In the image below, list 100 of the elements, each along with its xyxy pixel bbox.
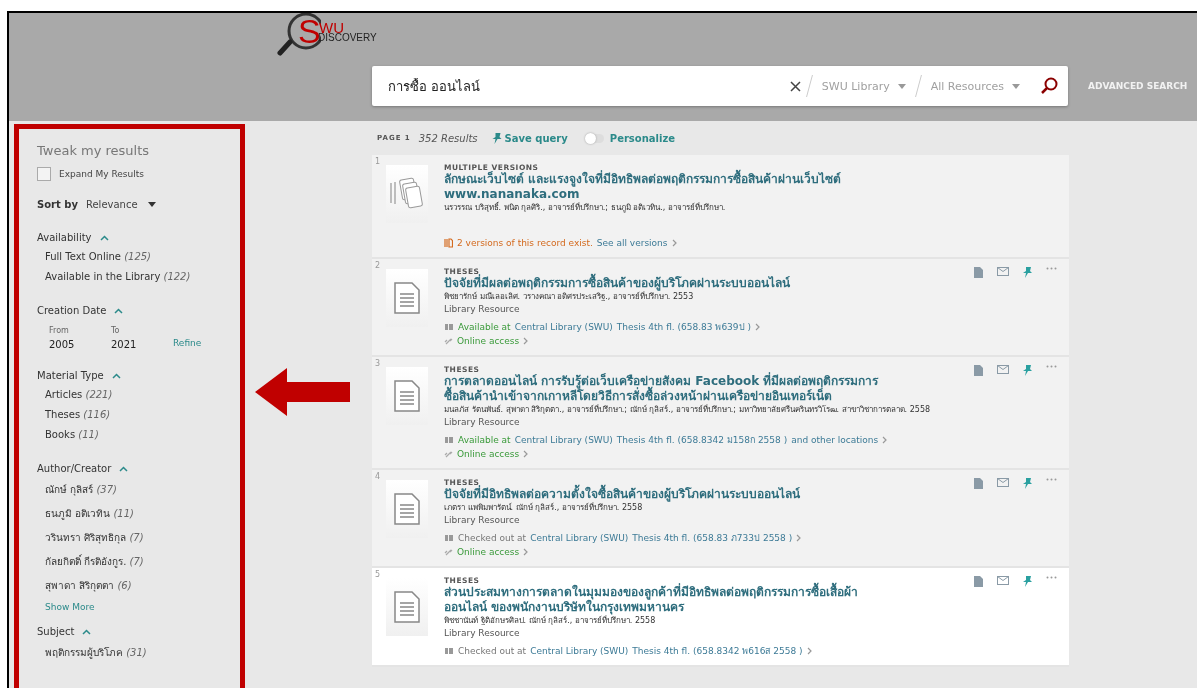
resource-type: Library Resource xyxy=(444,416,521,429)
clear-icon[interactable] xyxy=(789,80,801,92)
to-label: To xyxy=(111,326,121,335)
resource-type: Library Resource xyxy=(444,514,521,527)
chevron-up-icon xyxy=(114,307,124,314)
personalize-toggle[interactable]: Personalize xyxy=(585,132,676,144)
facet-item[interactable]: วรินทรา ศิริสุทธิกุล (7) xyxy=(45,530,240,545)
result-card[interactable] xyxy=(372,155,1069,259)
pin-icon[interactable] xyxy=(1023,267,1032,278)
caret-down-icon xyxy=(1012,83,1020,89)
link-icon xyxy=(444,336,453,346)
pin-icon[interactable] xyxy=(1023,365,1032,376)
save-query-button[interactable]: Save query xyxy=(491,132,568,144)
facet-header[interactable]: Material Type xyxy=(37,370,240,381)
pin-icon[interactable] xyxy=(1023,576,1032,587)
library-location[interactable]: Central Library (SWU) xyxy=(514,320,613,334)
show-more-link[interactable]: Show More xyxy=(45,602,240,612)
online-access-link[interactable]: Online access xyxy=(457,447,520,461)
facet-header[interactable]: Subject xyxy=(37,626,240,637)
library-location[interactable]: Central Library (SWU) xyxy=(514,433,613,447)
expand-results-checkbox[interactable]: Expand My Results xyxy=(37,167,240,181)
to-year[interactable]: 2021 xyxy=(111,339,173,350)
online-access-link[interactable]: Online access xyxy=(457,334,520,348)
chevron-right-icon xyxy=(523,548,529,556)
book-icon xyxy=(444,534,454,542)
from-label: From xyxy=(49,326,70,335)
facet-item[interactable]: Theses (116) xyxy=(45,409,240,420)
more-options-icon[interactable] xyxy=(1046,478,1057,481)
document-icon xyxy=(394,591,420,623)
record-authors: พิชยารักษ์ มณีเลอเลิศ. วรางคณา อดิศรประเสริฐ., อาจารย์ที่ปรึกษา. 2553 xyxy=(444,291,695,303)
facet-item[interactable]: ณักษ์ กุลิสร์ (37) xyxy=(45,482,240,497)
library-location[interactable]: Central Library (SWU) xyxy=(530,644,629,658)
library-location[interactable]: Central Library (SWU) xyxy=(530,531,629,545)
facet-item[interactable]: ธนภูมิ อติเวทิน (11) xyxy=(45,506,240,521)
email-icon[interactable] xyxy=(997,267,1009,276)
refine-link[interactable]: Refine xyxy=(173,338,240,348)
document-icon xyxy=(394,380,420,412)
record-authors: มนลภัส รัตนพันธ์. สุพาดา สิริกุตตา., อาจารย์ที่ปรึกษา.; ณักษ์ กุลิสร์., อาจารย์ที่ปรึกษา.; มหาวิทยาลัยศรีนครินทรวิโรฒ. สาขาวิชาการตลาด. 2558 xyxy=(444,404,932,416)
caret-down-icon xyxy=(147,202,156,207)
shelf-location[interactable]: Thesis 4th fl. (658.83 พ639ป ) xyxy=(616,320,751,334)
arrow-left-icon xyxy=(255,368,350,416)
link-icon xyxy=(444,449,453,459)
result-number: 3 xyxy=(375,359,381,368)
sort-dropdown[interactable]: Relevance xyxy=(85,199,156,210)
email-icon[interactable] xyxy=(997,478,1009,487)
sort-label: Sort by xyxy=(37,199,78,210)
resource-dropdown[interactable]: All Resources xyxy=(926,79,1024,93)
facet-item[interactable]: สุพาดา สิริกุตตา (6) xyxy=(45,578,240,593)
caret-down-icon xyxy=(897,83,906,89)
availability-status: Available at xyxy=(458,321,511,334)
facet-item[interactable]: กัลยกิตติ์ กีรติอังกูร. (7) xyxy=(45,554,240,569)
facet-header[interactable]: Availability xyxy=(37,232,240,243)
more-options-icon[interactable] xyxy=(1046,576,1057,579)
result-card[interactable] xyxy=(372,259,1069,357)
result-card[interactable] xyxy=(372,470,1069,568)
email-icon[interactable] xyxy=(997,365,1009,374)
other-locations-link[interactable]: and other locations xyxy=(791,433,879,447)
document-icon xyxy=(394,282,420,314)
pin-icon xyxy=(491,132,502,144)
facet-item[interactable]: Full Text Online (125) xyxy=(45,251,240,262)
shelf-location[interactable]: Thesis 4th fl. (658.8342 ม158ก 2558 ) xyxy=(616,433,788,447)
book-icon xyxy=(444,647,454,655)
search-icon[interactable] xyxy=(1040,77,1058,95)
panel-title: Tweak my results xyxy=(37,143,151,158)
book-icon xyxy=(444,323,454,331)
document-icon xyxy=(394,493,420,525)
facet-item[interactable]: Books (11) xyxy=(45,429,240,440)
link-icon xyxy=(444,547,453,557)
chevron-up-icon xyxy=(82,628,92,635)
scope-dropdown[interactable]: SWU Library xyxy=(817,79,910,93)
pin-icon[interactable] xyxy=(1023,478,1032,489)
result-count: 352 Results xyxy=(418,132,478,144)
more-options-icon[interactable] xyxy=(1046,267,1057,270)
search-field[interactable]: การซื้อ ออนไลน์ SWU Library All Resources xyxy=(372,66,1068,106)
stacked-pages-icon xyxy=(389,177,425,211)
chevron-right-icon xyxy=(806,647,812,655)
facet-header[interactable]: Creation Date xyxy=(37,305,240,316)
result-card[interactable] xyxy=(372,357,1069,470)
book-icon xyxy=(444,436,454,444)
resource-type: Library Resource xyxy=(444,303,521,316)
result-card[interactable] xyxy=(372,568,1069,667)
facet-item[interactable]: Available in the Library (122) xyxy=(45,271,240,282)
chevron-right-icon xyxy=(523,337,529,345)
chevron-right-icon xyxy=(796,534,802,542)
record-title[interactable]: การตลาดออนไลน์ การรับรู้ต่อเว็บเครือข่ายสังคม Facebook ที่มีผลต่อพฤติกรรมการซื้อสินค้านำเข้าจากเกาหลีโดยวิธีการสั่งซื้อล่วงหน้าผ่านเครือข่ายอินเทอร์เน็ต xyxy=(444,374,884,404)
more-options-icon[interactable] xyxy=(1046,365,1057,368)
shelf-location[interactable]: Thesis 4th fl. (658.83 ภ733ป 2558 ) xyxy=(632,531,793,545)
chevron-right-icon xyxy=(882,436,888,444)
email-icon[interactable] xyxy=(997,576,1009,585)
chevron-right-icon xyxy=(671,239,677,247)
shelf-location[interactable]: Thesis 4th fl. (658.8342 พ616ส 2558 ) xyxy=(632,644,803,658)
online-access-link[interactable]: Online access xyxy=(457,545,520,559)
see-all-versions-link[interactable]: See all versions xyxy=(596,236,668,250)
facet-item[interactable]: Articles (221) xyxy=(45,389,240,400)
record-authors: นรวรรณ บริสุทธิ์. พนิต กุลศิริ., อาจารย์ที่ปรึกษา.; ธนภูมิ อติเวทิน., อาจารย์ที่ปรึกษา. xyxy=(444,202,727,214)
facet-item[interactable]: พฤติกรรมผู้บริโภค (31) xyxy=(45,645,240,660)
from-year[interactable]: 2005 xyxy=(49,339,111,350)
chevron-right-icon xyxy=(523,450,529,458)
record-authors: พิชชานันท์ ฐิติอักษรศิลป. ณักษ์ กุลิสร์., อาจารย์ที่ปรึกษา. 2558 xyxy=(444,615,657,627)
facet-header[interactable]: Author/Creator xyxy=(37,463,240,474)
